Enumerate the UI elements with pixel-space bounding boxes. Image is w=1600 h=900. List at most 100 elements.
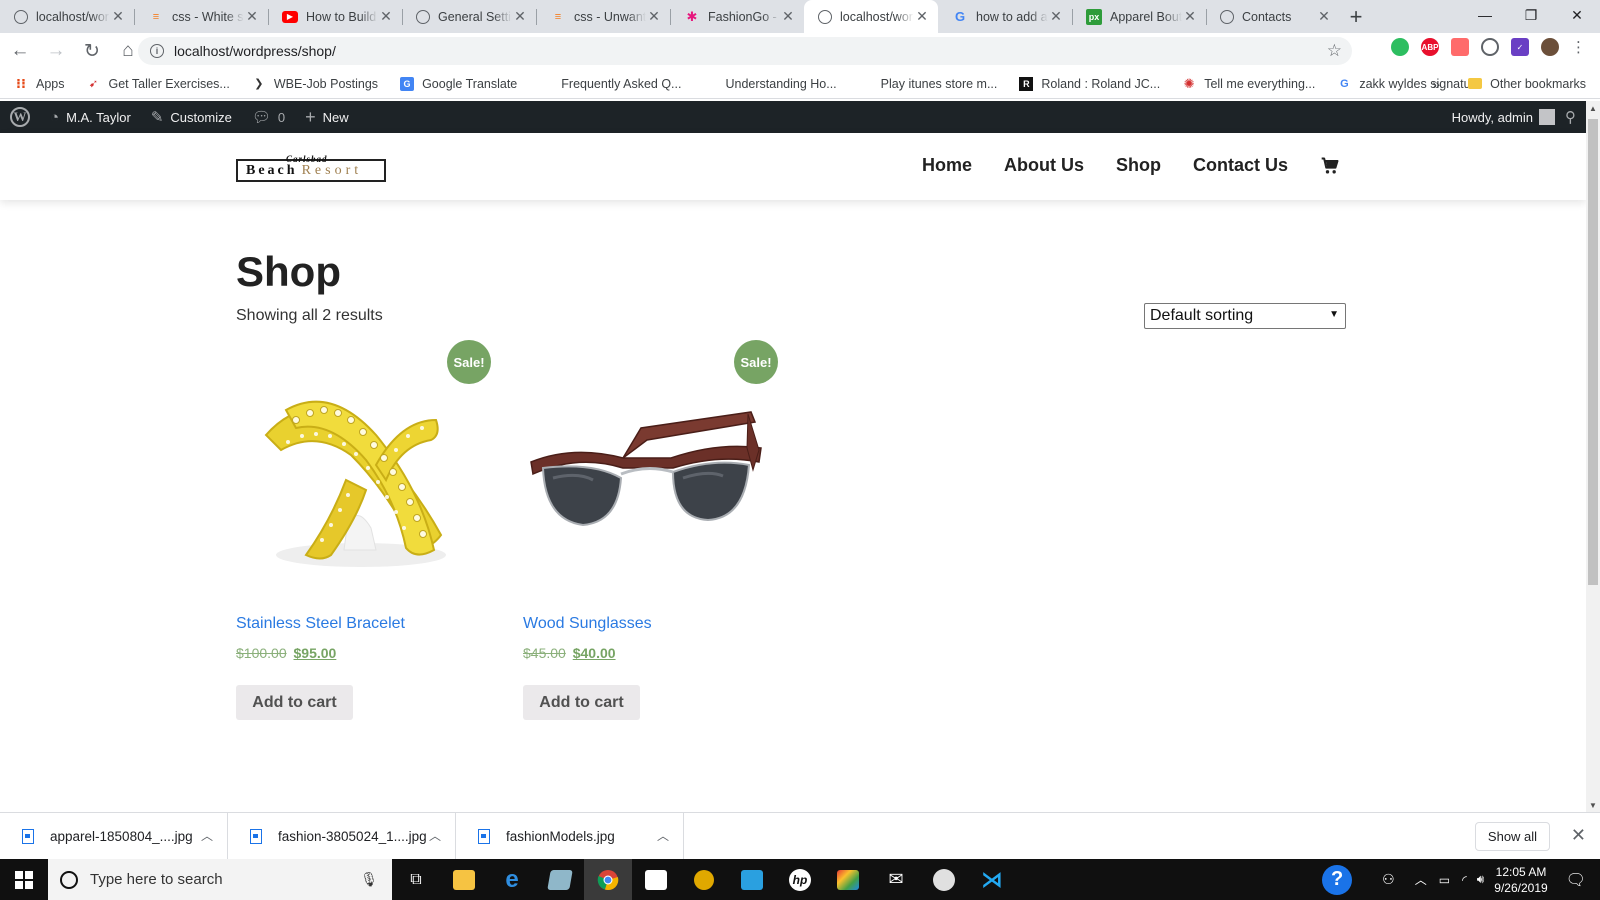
extension-icon[interactable] [1451, 38, 1469, 56]
howdy-user-menu[interactable]: Howdy, admin [1452, 110, 1533, 125]
close-tab-icon[interactable]: ✕ [512, 8, 528, 25]
help-icon[interactable]: ? [1322, 864, 1353, 895]
cart-icon[interactable] [1320, 156, 1340, 176]
clock[interactable]: 12:05 AM 9/26/2019 [1494, 864, 1547, 896]
new-content-menu[interactable]: + New [295, 101, 359, 133]
bookmark-item[interactable]: Understanding Ho... [703, 77, 836, 91]
github-icon[interactable] [920, 859, 968, 900]
site-info-icon[interactable]: i [150, 44, 164, 58]
page-scrollbar[interactable]: ▲ ▼ [1586, 101, 1600, 812]
reload-icon[interactable]: ↻ [76, 35, 108, 67]
people-icon[interactable]: ⚇ [1382, 871, 1395, 888]
add-to-cart-button[interactable]: Add to cart [236, 685, 353, 720]
back-icon[interactable]: ← [4, 35, 36, 67]
app-icon[interactable] [824, 859, 872, 900]
customize-link[interactable]: ✎ Customize [141, 101, 242, 133]
bookmark-item[interactable]: ⁝⁝ Apps [14, 76, 64, 91]
notifications-icon[interactable]: 🗨︎ [1566, 870, 1586, 890]
evernote-extension-icon[interactable] [1391, 38, 1409, 56]
mail-icon[interactable]: ✉ [872, 859, 920, 900]
close-tab-icon[interactable]: ✕ [110, 8, 126, 25]
browser-tab[interactable]: Contacts ✕ [1206, 0, 1340, 33]
address-bar[interactable]: i localhost/wordpress/shop/ ☆ [138, 37, 1352, 65]
microphone-icon[interactable]: 🎙︎ [360, 871, 378, 888]
nav-shop[interactable]: Shop [1116, 155, 1161, 176]
forward-icon[interactable]: → [40, 35, 72, 67]
chevron-up-icon[interactable]: ︿ [657, 827, 669, 844]
chevron-up-icon[interactable]: ︿ [1415, 871, 1427, 888]
windows-start-icon[interactable] [0, 859, 48, 900]
extension-icon[interactable] [1481, 38, 1499, 56]
wifi-icon[interactable]: ◜ [1462, 873, 1467, 887]
scroll-down-icon[interactable]: ▼ [1586, 798, 1600, 812]
task-view-icon[interactable]: ⧉ [392, 859, 440, 900]
bookmark-item[interactable]: G zakk wyldes signatu... [1337, 77, 1481, 91]
close-icon[interactable]: ✕ [1571, 825, 1586, 846]
menu-icon[interactable]: ⋮ [1571, 38, 1586, 56]
chrome-icon[interactable] [584, 859, 632, 900]
bookmark-item[interactable]: G Google Translate [400, 76, 517, 91]
chevron-up-icon[interactable]: ︿ [429, 827, 441, 844]
app-icon[interactable] [728, 859, 776, 900]
app-icon[interactable] [680, 859, 728, 900]
avatar[interactable] [1539, 109, 1555, 125]
profile-avatar[interactable] [1541, 38, 1559, 56]
product-image[interactable]: Sale! [523, 340, 778, 595]
close-window-icon[interactable]: ✕ [1554, 0, 1600, 30]
vscode-icon[interactable]: ⋊ [968, 859, 1016, 900]
bookmarks-overflow-button[interactable]: » [1432, 76, 1440, 92]
product-title-link[interactable]: Stainless Steel Bracelet [236, 615, 405, 633]
show-all-downloads-button[interactable]: Show all [1475, 822, 1550, 851]
comments-link[interactable]: 💬︎ 0 [242, 101, 295, 133]
scroll-up-icon[interactable]: ▲ [1586, 101, 1600, 115]
close-tab-icon[interactable]: ✕ [1316, 8, 1332, 25]
taskbar-search-box[interactable]: Type here to search 🎙︎ [48, 859, 392, 900]
bookmark-item[interactable]: ❯ WBE-Job Postings [252, 77, 378, 91]
adblock-extension-icon[interactable]: ABP [1421, 38, 1439, 56]
browser-tab[interactable]: ≡ css - White space ✕ [134, 0, 268, 33]
browser-tab-active[interactable]: localhost/wordpress ✕ [804, 0, 938, 33]
browser-tab[interactable]: px Apparel Boutique ✕ [1072, 0, 1206, 33]
bookmark-item[interactable]: R Roland : Roland JC... [1019, 76, 1160, 91]
restore-icon[interactable]: ❐ [1508, 0, 1554, 30]
edge-icon[interactable]: e [488, 859, 536, 900]
close-tab-icon[interactable]: ✕ [1182, 8, 1198, 25]
browser-tab[interactable]: General Settings ✕ [402, 0, 536, 33]
download-item[interactable]: apparel-1850804_....jpg ︿ [0, 812, 228, 860]
volume-icon[interactable]: 🔊︎ [1477, 872, 1485, 887]
site-logo[interactable]: Carlsbad Beach Resort [236, 154, 386, 182]
hp-icon[interactable]: hp [776, 859, 824, 900]
browser-tab[interactable]: localhost/wordpress ✕ [0, 0, 134, 33]
close-tab-icon[interactable]: ✕ [780, 8, 796, 25]
browser-tab[interactable]: ✱ FashionGo - C ✕ [670, 0, 804, 33]
bookmark-item[interactable]: Frequently Asked Q... [539, 77, 681, 91]
download-item[interactable]: fashion-3805024_1....jpg ︿ [228, 812, 456, 860]
close-tab-icon[interactable]: ✕ [646, 8, 662, 25]
bookmark-item[interactable]: ➹ Get Taller Exercises... [87, 77, 230, 91]
bookmark-item[interactable]: ✺ Tell me everything... [1182, 76, 1316, 91]
sort-select[interactable]: Default sorting ▼ [1144, 303, 1346, 329]
product-title-link[interactable]: Wood Sunglasses [523, 615, 652, 633]
close-tab-icon[interactable]: ✕ [1048, 8, 1064, 25]
browser-tab[interactable]: ≡ css - Unwanted ✕ [536, 0, 670, 33]
new-tab-button[interactable]: + [1340, 0, 1372, 33]
nav-about-us[interactable]: About Us [1004, 155, 1084, 176]
download-item[interactable]: fashionModels.jpg ︿ [456, 812, 684, 860]
close-tab-icon[interactable]: ✕ [914, 8, 930, 25]
nav-contact-us[interactable]: Contact Us [1193, 155, 1288, 176]
add-to-cart-button[interactable]: Add to cart [523, 685, 640, 720]
minimize-icon[interactable]: — [1462, 0, 1508, 30]
battery-icon[interactable]: ▭ [1439, 873, 1450, 887]
close-tab-icon[interactable]: ✕ [244, 8, 260, 25]
todo-extension-icon[interactable]: ✓ [1511, 38, 1529, 56]
app-icon[interactable] [536, 859, 584, 900]
product-image[interactable]: Sale! [236, 340, 491, 595]
store-icon[interactable] [632, 859, 680, 900]
chevron-up-icon[interactable]: ︿ [201, 827, 213, 844]
close-tab-icon[interactable]: ✕ [378, 8, 394, 25]
wp-logo-menu[interactable]: W [0, 101, 40, 133]
scrollbar-thumb[interactable] [1588, 119, 1598, 585]
other-bookmarks[interactable]: Other bookmarks [1468, 77, 1586, 91]
browser-tab[interactable]: G how to add a ✕ [938, 0, 1072, 33]
file-explorer-icon[interactable] [440, 859, 488, 900]
